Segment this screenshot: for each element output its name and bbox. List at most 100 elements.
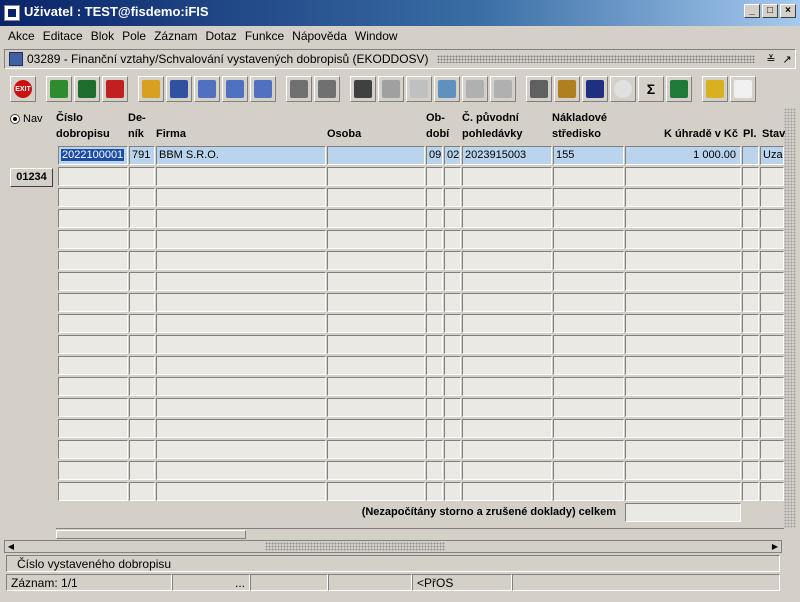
table-cell[interactable] [462,167,552,186]
table-cell[interactable] [553,167,624,186]
grid-scroll-thumb[interactable] [56,530,246,539]
table-cell[interactable] [129,335,155,354]
cell-firma[interactable]: BBM S.R.O. [156,146,326,165]
table-cell[interactable] [426,209,443,228]
table-cell[interactable] [625,209,741,228]
menu-pole[interactable]: Pole [118,27,150,46]
table-row[interactable] [56,293,784,312]
table-cell[interactable] [742,167,759,186]
save-button[interactable] [74,76,100,102]
table-cell[interactable] [760,398,784,417]
table-cell[interactable] [426,293,443,312]
table-cell[interactable] [129,251,155,270]
query-button[interactable] [138,76,164,102]
execute-query-button[interactable] [166,76,192,102]
scroll-thumb[interactable] [265,542,445,551]
exit-button[interactable]: EXIT [10,76,36,102]
table-cell[interactable] [444,230,461,249]
table-cell[interactable] [462,482,552,501]
table-cell[interactable] [58,440,128,459]
calculator-button[interactable] [526,76,552,102]
table-cell[interactable] [553,377,624,396]
table-row[interactable] [56,167,784,186]
table-cell[interactable] [742,482,759,501]
table-row[interactable] [56,314,784,333]
table-cell[interactable] [327,251,425,270]
insert-record-button[interactable] [46,76,72,102]
table-cell[interactable] [742,188,759,207]
table-cell[interactable] [156,209,326,228]
print-button[interactable] [286,76,312,102]
table-cell[interactable] [327,356,425,375]
table-cell[interactable] [444,461,461,480]
table-cell[interactable] [426,251,443,270]
print-preview-button[interactable] [314,76,340,102]
table-cell[interactable] [462,293,552,312]
table-cell[interactable] [327,419,425,438]
table-cell[interactable] [625,272,741,291]
table-cell[interactable] [129,293,155,312]
table-cell[interactable] [327,272,425,291]
vertical-scrollbar[interactable] [784,108,796,528]
table-cell[interactable] [327,314,425,333]
table-cell[interactable] [760,482,784,501]
table-cell[interactable] [742,335,759,354]
table-cell[interactable] [742,461,759,480]
table-cell[interactable] [327,398,425,417]
table-cell[interactable] [625,335,741,354]
table-cell[interactable] [58,377,128,396]
table-cell[interactable] [760,251,784,270]
table-row[interactable] [56,461,784,480]
sort-desc-button[interactable] [222,76,248,102]
table-cell[interactable] [625,419,741,438]
table-cell[interactable] [553,440,624,459]
table-cell[interactable] [129,188,155,207]
cell-uhrada[interactable]: 1 000.00 [625,146,741,165]
form-minimize-icon[interactable]: ≚ [763,53,779,66]
table-cell[interactable] [156,398,326,417]
table-cell[interactable] [444,398,461,417]
table-cell[interactable] [625,461,741,480]
table-cell[interactable] [444,482,461,501]
table-cell[interactable] [742,314,759,333]
table-cell[interactable] [553,398,624,417]
table-cell[interactable] [553,314,624,333]
table-cell[interactable] [742,440,759,459]
table-cell[interactable] [742,356,759,375]
cell-osoba[interactable] [327,146,425,165]
find-button[interactable] [434,76,460,102]
table-cell[interactable] [625,293,741,312]
table-row[interactable] [56,377,784,396]
table-cell[interactable] [462,272,552,291]
table-row[interactable] [56,272,784,291]
table-cell[interactable] [156,314,326,333]
table-cell[interactable] [426,272,443,291]
clock-button[interactable] [610,76,636,102]
table-cell[interactable] [327,167,425,186]
table-cell[interactable] [58,314,128,333]
table-cell[interactable] [444,251,461,270]
table-cell[interactable] [156,482,326,501]
table-cell[interactable] [58,482,128,501]
record-navigator-button[interactable]: 01234 [10,168,53,187]
table-cell[interactable] [742,209,759,228]
table-cell[interactable] [444,356,461,375]
table-cell[interactable] [625,377,741,396]
table-cell[interactable] [760,314,784,333]
cell-obdobi-mesic[interactable]: 09 [426,146,443,165]
alert-button[interactable] [582,76,608,102]
table-cell[interactable] [426,188,443,207]
table-cell[interactable] [426,356,443,375]
table-cell[interactable] [156,188,326,207]
table-cell[interactable] [462,314,552,333]
menu-napoveda[interactable]: Nápověda [288,27,351,46]
table-cell[interactable] [129,482,155,501]
table-row[interactable] [56,419,784,438]
table-cell[interactable] [129,377,155,396]
table-cell[interactable] [760,419,784,438]
menu-blok[interactable]: Blok [87,27,118,46]
table-cell[interactable] [58,419,128,438]
cell-pl[interactable] [742,146,759,165]
table-row[interactable] [56,398,784,417]
table-cell[interactable] [444,335,461,354]
